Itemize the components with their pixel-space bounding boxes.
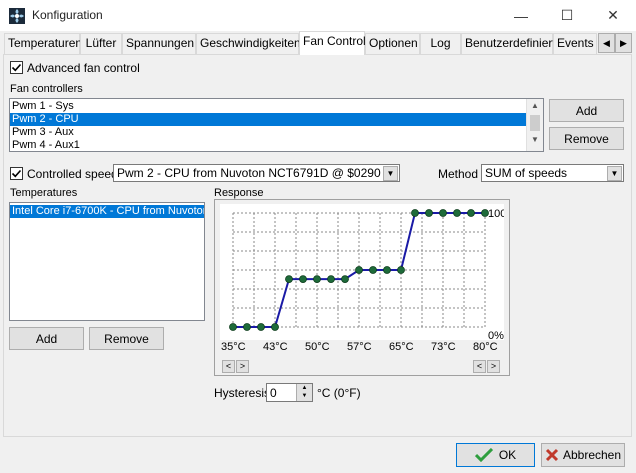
y-tick-label-bottom: 0% — [488, 330, 504, 340]
data-point — [425, 209, 433, 217]
data-point — [327, 275, 335, 284]
maximize-button[interactable]: ☐ — [544, 0, 590, 31]
list-item[interactable]: Pwm 3 - Aux — [10, 126, 543, 139]
add-controller-button[interactable]: Add — [549, 99, 624, 122]
tab-spannungen[interactable]: Spannungen — [122, 33, 196, 54]
response-label: Response — [214, 187, 264, 199]
scroll-thumb[interactable] — [530, 115, 540, 131]
data-point — [383, 266, 391, 274]
remove-temperature-button[interactable]: Remove — [89, 327, 164, 350]
chart-left-arrow-icon[interactable]: < — [473, 360, 486, 373]
data-point — [355, 266, 363, 274]
tab-strip: Temperaturen Lüfter Spannungen Geschwind… — [0, 31, 636, 55]
data-point — [453, 209, 461, 217]
data-point — [397, 266, 405, 274]
x-tick-label: 65°C — [389, 341, 414, 353]
controlled-speed-select[interactable]: Pwm 2 - CPU from Nuvoton NCT6791D @ $029… — [113, 164, 400, 182]
x-tick-label: 43°C — [263, 341, 288, 353]
data-point — [229, 323, 237, 331]
cancel-button[interactable]: Abbrechen — [541, 443, 625, 467]
fan-controllers-scrollbar[interactable]: ▲ ▼ — [526, 99, 543, 151]
hysteresis-stepper[interactable]: 0 ▲ ▼ — [266, 383, 313, 402]
data-point — [467, 209, 475, 217]
data-point — [271, 323, 279, 331]
tab-events[interactable]: Events — [553, 33, 597, 54]
checkmark-icon — [11, 169, 22, 178]
add-temperature-button[interactable]: Add — [9, 327, 84, 350]
temperatures-label: Temperatures — [10, 187, 78, 199]
fan-controllers-list[interactable]: Pwm 1 - Sys Pwm 2 - CPU Pwm 3 - Aux Pwm … — [9, 98, 544, 152]
x-tick-label: 35°C — [221, 341, 246, 353]
ok-check-icon — [474, 448, 493, 462]
data-point — [369, 266, 377, 274]
tab-scroll-right-icon[interactable]: ▶ — [615, 33, 632, 53]
tab-log[interactable]: Log — [420, 33, 461, 54]
chevron-down-icon[interactable]: ▼ — [383, 166, 398, 181]
tab-optionen[interactable]: Optionen — [365, 33, 420, 54]
controlled-speed-label: Controlled speed — [27, 167, 118, 181]
chevron-down-icon[interactable]: ▼ — [607, 166, 622, 181]
chart-right-arrow-icon[interactable]: > — [236, 360, 249, 373]
hysteresis-unit: °C (0°F) — [317, 386, 361, 400]
list-item[interactable]: Pwm 2 - CPU — [10, 113, 543, 126]
spin-up-icon[interactable]: ▲ — [297, 384, 312, 392]
temperatures-list[interactable]: Intel Core i7-6700K - CPU from Nuvoton — [9, 202, 205, 321]
minimize-button[interactable]: — — [498, 0, 544, 31]
data-point — [439, 209, 447, 217]
response-chart[interactable]: 100% 0% — [220, 204, 504, 340]
app-fan-icon — [9, 8, 25, 24]
tab-temperaturen[interactable]: Temperaturen — [4, 33, 82, 54]
advanced-fan-control-checkbox[interactable] — [10, 61, 23, 74]
x-tick-label: 80°C — [473, 341, 498, 353]
data-point — [299, 275, 307, 284]
x-tick-label: 73°C — [431, 341, 456, 353]
method-label: Method — [438, 167, 479, 181]
data-point — [257, 323, 265, 331]
data-point — [341, 275, 349, 284]
list-item[interactable]: Pwm 4 - Aux1 — [10, 139, 543, 151]
method-value: SUM of speeds — [485, 166, 568, 180]
scroll-up-icon[interactable]: ▲ — [527, 99, 543, 113]
checkmark-icon — [11, 63, 22, 72]
tab-scroll-left-icon[interactable]: ◀ — [598, 33, 615, 53]
tab-fan-control[interactable]: Fan Control — [299, 31, 366, 55]
method-select[interactable]: SUM of speeds ▼ — [481, 164, 624, 182]
chart-right-arrow-icon[interactable]: > — [487, 360, 500, 373]
ok-label: OK — [498, 448, 517, 462]
fan-controllers-label: Fan controllers — [10, 83, 83, 95]
cancel-label: Abbrechen — [562, 448, 622, 462]
tab-geschwindigkeiten[interactable]: Geschwindigkeiten — [196, 33, 301, 54]
list-item[interactable]: Intel Core i7-6700K - CPU from Nuvoton — [10, 205, 204, 218]
x-tick-label: 57°C — [347, 341, 372, 353]
chart-left-arrow-icon[interactable]: < — [222, 360, 235, 373]
hysteresis-label: Hysteresis — [214, 386, 271, 400]
close-button[interactable]: ✕ — [590, 0, 636, 31]
remove-controller-button[interactable]: Remove — [549, 127, 624, 150]
spin-arrows-icon[interactable]: ▲ ▼ — [296, 384, 312, 401]
hysteresis-value: 0 — [270, 386, 277, 400]
list-item[interactable]: Pwm 1 - Sys — [10, 100, 543, 113]
window-title: Konfiguration — [32, 8, 103, 22]
data-point — [411, 209, 419, 217]
data-point — [243, 323, 251, 331]
tab-luefter[interactable]: Lüfter — [80, 33, 122, 54]
advanced-fan-control-label: Advanced fan control — [27, 61, 140, 75]
scroll-down-icon[interactable]: ▼ — [527, 133, 543, 147]
y-tick-label-top: 100% — [488, 208, 504, 220]
cancel-x-icon — [545, 448, 559, 462]
controlled-speed-checkbox[interactable] — [10, 167, 23, 180]
spin-down-icon[interactable]: ▼ — [297, 392, 312, 400]
tab-benutzerdefiniert[interactable]: Benutzerdefiniert — [461, 33, 556, 54]
x-tick-label: 50°C — [305, 341, 330, 353]
data-point — [313, 275, 321, 284]
ok-button[interactable]: OK — [456, 443, 535, 467]
data-point — [285, 275, 293, 284]
controlled-speed-value: Pwm 2 - CPU from Nuvoton NCT6791D @ $029… — [117, 166, 400, 180]
